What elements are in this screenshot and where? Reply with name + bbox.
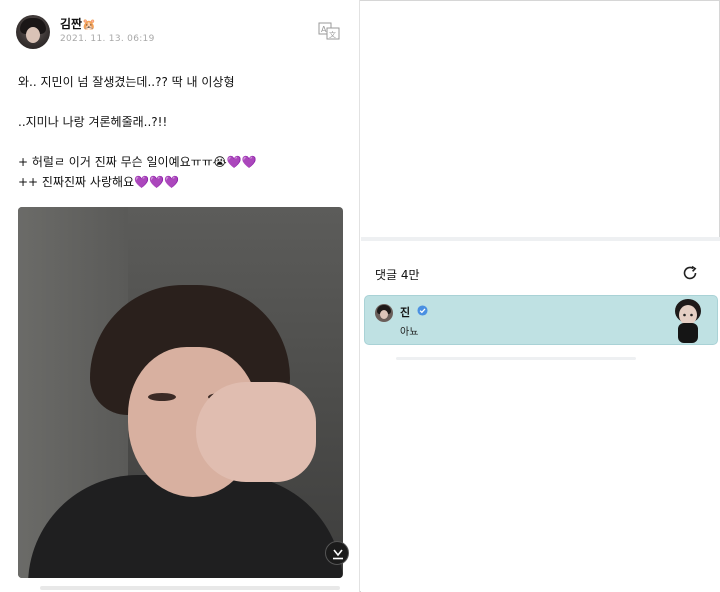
author-avatar[interactable] (16, 15, 50, 49)
post-body: 와.. 지민이 넘 잘생겼는데..?? 딱 내 이상형 ..지미나 나랑 겨론헤… (18, 72, 348, 192)
author-name[interactable]: 김짠🐹 (60, 15, 96, 32)
comment-item[interactable]: 진 아뇨 (364, 295, 718, 345)
download-button[interactable] (325, 541, 349, 565)
translate-icon[interactable]: A 文 (318, 22, 340, 40)
commenter-avatar[interactable] (375, 304, 393, 322)
post-date: 2021. 11. 13. 06:19 (60, 34, 155, 44)
post-line-3-text: + 허럴ㄹ 이거 진짜 무슨 일이예요ㅠㅠ😭 (18, 155, 227, 169)
post-line-3: + 허럴ㄹ 이거 진짜 무슨 일이예요ㅠㅠ😭💜💜 (18, 152, 348, 172)
purple-heart-icons: 💜💜 (226, 155, 257, 169)
author-emoji: 🐹 (82, 18, 96, 31)
divider (396, 357, 636, 360)
profile-figure-icon (675, 299, 701, 343)
post-line-2: ..지미나 나랑 겨론헤줄래..?!! (18, 115, 168, 129)
svg-text:A: A (321, 25, 327, 34)
post-line-4: ++ 진짜진짜 사랑해요💜💜💜 (18, 172, 348, 192)
purple-heart-icons: 💜💜💜 (134, 175, 179, 189)
author-name-text: 김짠 (60, 17, 83, 31)
post-line-4-text: ++ 진짜진짜 사랑해요 (18, 175, 135, 189)
verified-icon (417, 305, 428, 316)
divider (361, 237, 720, 241)
post-photo[interactable] (18, 207, 343, 578)
comments-count-title: 댓글 4만 (375, 268, 420, 282)
commenter-name[interactable]: 진 (400, 304, 410, 320)
svg-text:文: 文 (329, 30, 336, 39)
comment-text: 아뇨 (400, 327, 419, 338)
post-line-1: 와.. 지민이 넘 잘생겼는데..?? 딱 내 이상형 (18, 75, 235, 89)
download-icon (333, 549, 343, 560)
post-panel: 김짠🐹 2021. 11. 13. 06:19 A 文 와.. 지민이 넘 잘생… (0, 0, 360, 592)
comments-panel: 댓글 4만 진 아뇨 (361, 237, 720, 592)
scroll-indicator (40, 586, 340, 590)
refresh-icon[interactable] (681, 264, 699, 282)
